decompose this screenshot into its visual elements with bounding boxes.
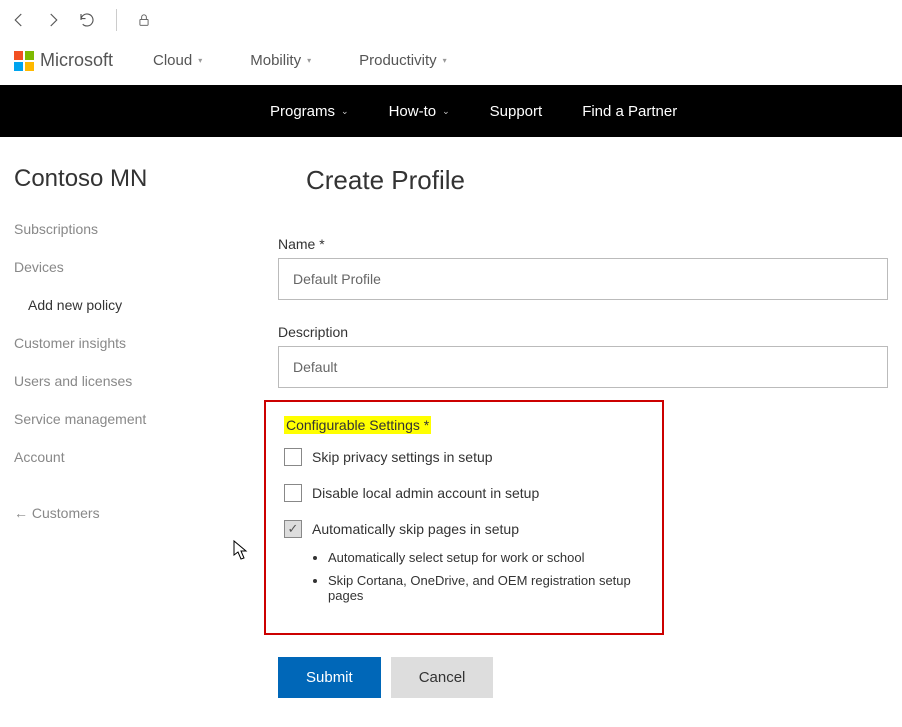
chevron-down-icon: ▾ <box>198 56 202 65</box>
chevron-down-icon: ▾ <box>443 56 447 65</box>
sidebar-subscriptions[interactable]: Subscriptions <box>14 221 260 237</box>
name-label: Name * <box>278 236 888 252</box>
chevron-down-icon: ⌄ <box>341 106 349 117</box>
nav-programs[interactable]: Programs ⌄ <box>270 103 349 120</box>
chevron-down-icon: ⌄ <box>442 106 450 117</box>
submit-button[interactable]: Submit <box>278 657 381 698</box>
sidebar: Contoso MN Subscriptions Devices Add new… <box>0 165 260 698</box>
primary-nav: Programs ⌄ How-to ⌄ Support Find a Partn… <box>0 85 902 137</box>
topnav-label: Productivity <box>359 52 437 69</box>
brand-name: Microsoft <box>40 50 113 71</box>
cancel-button[interactable]: Cancel <box>391 657 494 698</box>
content-area: Create Profile Name * Description Defaul… <box>260 165 902 698</box>
microsoft-logo-icon <box>14 51 34 71</box>
browser-toolbar <box>0 0 902 40</box>
top-nav: Cloud ▾ Mobility ▾ Productivity ▾ <box>153 52 447 69</box>
check-skip-privacy: Skip privacy settings in setup <box>284 448 644 466</box>
bullet-item: Skip Cortana, OneDrive, and OEM registra… <box>328 573 644 603</box>
sidebar-service-management[interactable]: Service management <box>14 411 260 427</box>
nav-label: Programs <box>270 103 335 120</box>
topnav-cloud[interactable]: Cloud ▾ <box>153 52 202 69</box>
nav-label: How-to <box>389 103 437 120</box>
description-label: Description <box>278 324 888 340</box>
sidebar-users-licenses[interactable]: Users and licenses <box>14 373 260 389</box>
page-title: Create Profile <box>306 165 888 196</box>
description-select[interactable]: Default <box>278 346 888 388</box>
sidebar-customer-insights[interactable]: Customer insights <box>14 335 260 351</box>
topnav-label: Cloud <box>153 52 192 69</box>
checkbox-label: Automatically skip pages in setup <box>312 521 519 537</box>
cursor-icon <box>232 539 250 561</box>
refresh-icon[interactable] <box>78 11 96 29</box>
checkbox-auto-skip[interactable] <box>284 520 302 538</box>
checkbox-skip-privacy[interactable] <box>284 448 302 466</box>
check-auto-skip: Automatically skip pages in setup <box>284 520 644 538</box>
back-to-customers[interactable]: ← Customers <box>14 505 260 521</box>
ms-brand[interactable]: Microsoft <box>14 50 113 71</box>
nav-find-partner[interactable]: Find a Partner <box>582 103 677 120</box>
description-value: Default <box>293 359 337 375</box>
ms-header: Microsoft Cloud ▾ Mobility ▾ Productivit… <box>0 40 902 85</box>
forward-icon[interactable] <box>44 11 62 29</box>
main-content: Contoso MN Subscriptions Devices Add new… <box>0 137 902 698</box>
checkbox-disable-admin[interactable] <box>284 484 302 502</box>
check-disable-admin: Disable local admin account in setup <box>284 484 644 502</box>
topnav-label: Mobility <box>250 52 301 69</box>
bullet-item: Automatically select setup for work or s… <box>328 550 644 565</box>
name-input[interactable] <box>278 258 888 300</box>
configurable-settings-box: Configurable Settings * Skip privacy set… <box>264 400 664 635</box>
lock-icon <box>137 13 151 27</box>
topnav-productivity[interactable]: Productivity ▾ <box>359 52 447 69</box>
chevron-down-icon: ▾ <box>307 56 311 65</box>
nav-howto[interactable]: How-to ⌄ <box>389 103 450 120</box>
nav-label: Support <box>490 103 543 120</box>
nav-label: Find a Partner <box>582 103 677 120</box>
toolbar-divider <box>116 9 117 31</box>
sidebar-add-new-policy[interactable]: Add new policy <box>28 297 260 313</box>
sidebar-account[interactable]: Account <box>14 449 260 465</box>
topnav-mobility[interactable]: Mobility ▾ <box>250 52 311 69</box>
org-title: Contoso MN <box>14 165 260 193</box>
nav-support[interactable]: Support <box>490 103 543 120</box>
form-actions: Submit Cancel <box>278 657 888 698</box>
sidebar-devices[interactable]: Devices <box>14 259 260 275</box>
settings-header: Configurable Settings * <box>284 416 431 434</box>
back-icon[interactable] <box>10 11 28 29</box>
auto-skip-details: Automatically select setup for work or s… <box>328 550 644 603</box>
checkbox-label: Skip privacy settings in setup <box>312 449 493 465</box>
checkbox-label: Disable local admin account in setup <box>312 485 539 501</box>
